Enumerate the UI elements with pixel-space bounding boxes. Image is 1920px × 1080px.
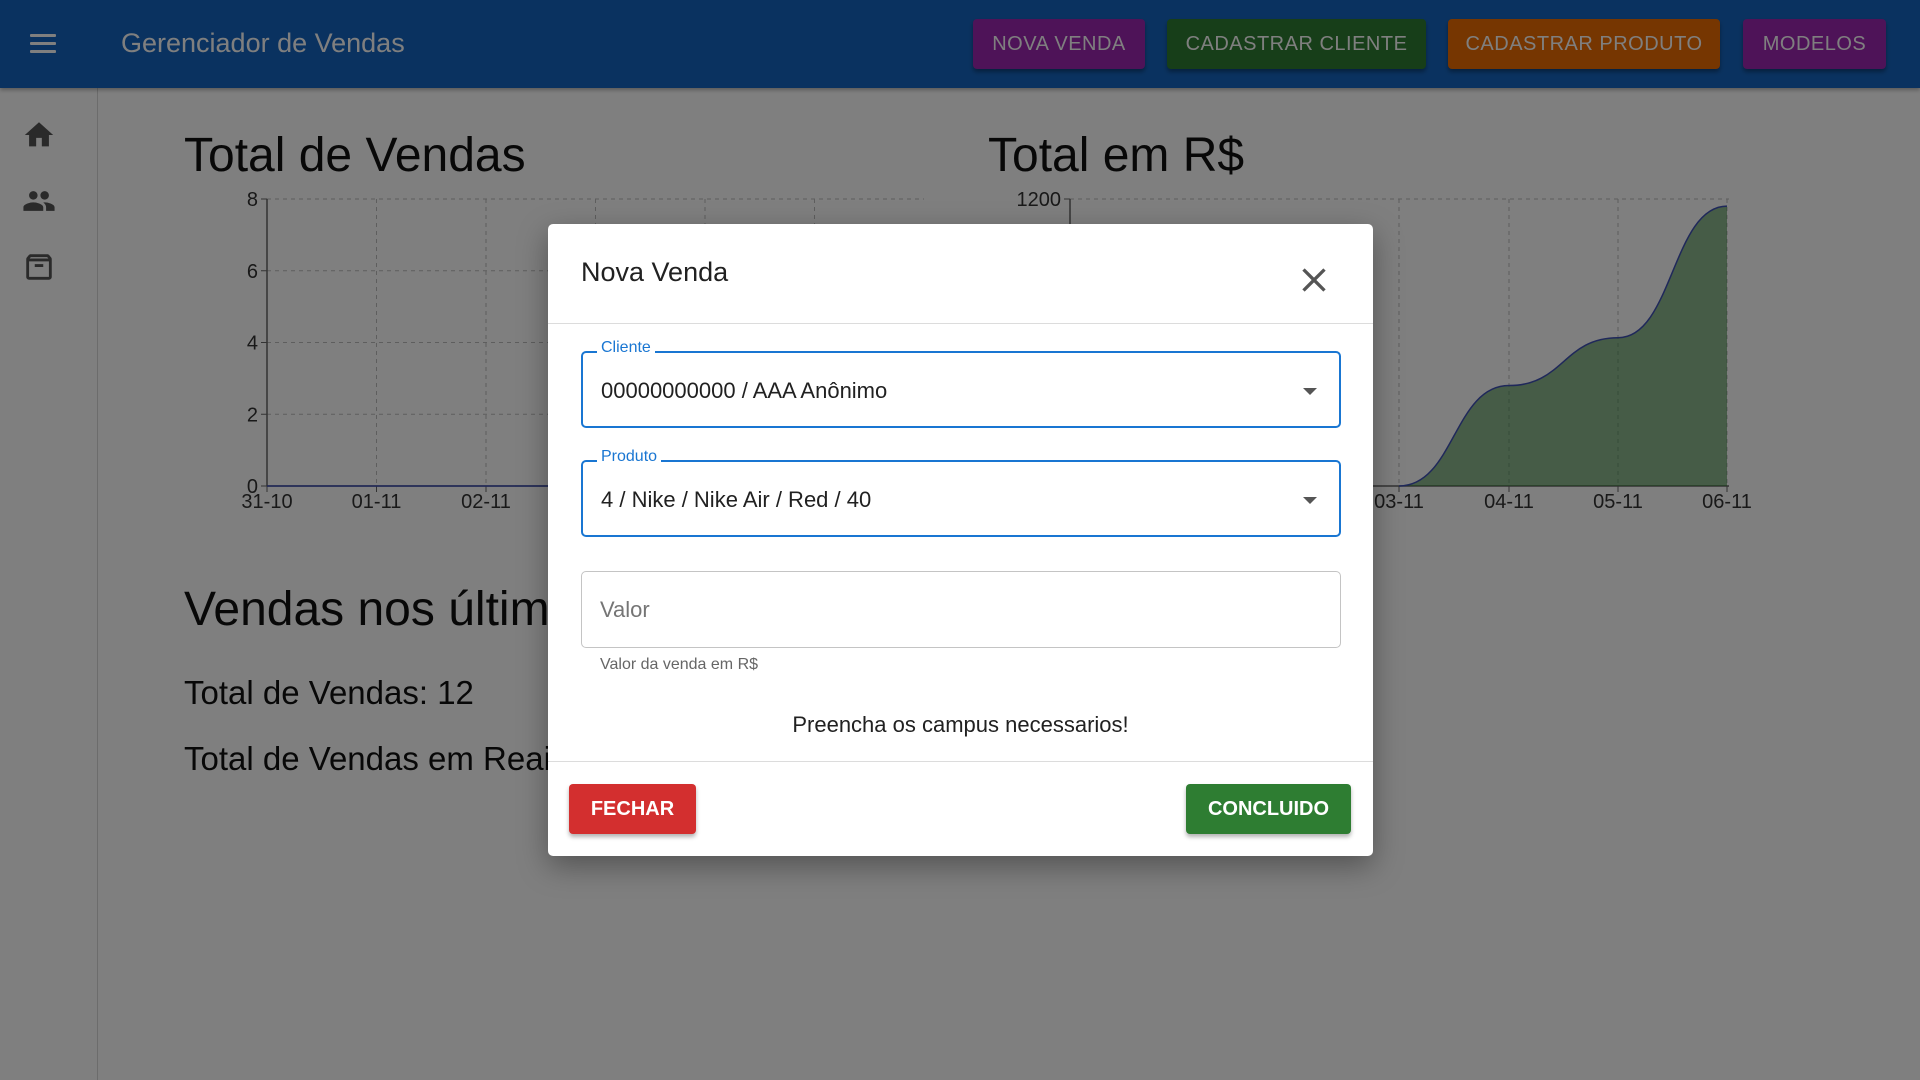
chevron-down-icon[interactable] [1303,388,1317,395]
dialog-divider-top [548,323,1373,324]
concluido-button[interactable]: CONCLUIDO [1186,784,1351,834]
valor-placeholder: Valor [600,597,650,622]
nova-venda-dialog: Nova Venda Cliente 00000000000 / AAA Anô… [548,224,1373,856]
chevron-down-icon[interactable] [1303,497,1317,504]
fechar-button[interactable]: FECHAR [569,784,696,834]
produto-value: 4 / Nike / Nike Air / Red / 40 [601,487,872,512]
valor-helper-text: Valor da venda em R$ [600,656,759,673]
dialog-divider-bottom [548,761,1373,762]
valor-input[interactable]: Valor [581,571,1341,648]
dialog-title: Nova Venda [581,257,729,287]
cliente-label: Cliente [597,339,655,357]
close-icon[interactable] [1294,260,1334,300]
cliente-select[interactable]: Cliente 00000000000 / AAA Anônimo [581,339,1341,428]
validation-message: Preencha os campus necessarios! [792,712,1129,737]
produto-label: Produto [597,448,662,466]
produto-select[interactable]: Produto 4 / Nike / Nike Air / Red / 40 [581,448,1341,537]
cliente-value: 00000000000 / AAA Anônimo [601,378,888,403]
